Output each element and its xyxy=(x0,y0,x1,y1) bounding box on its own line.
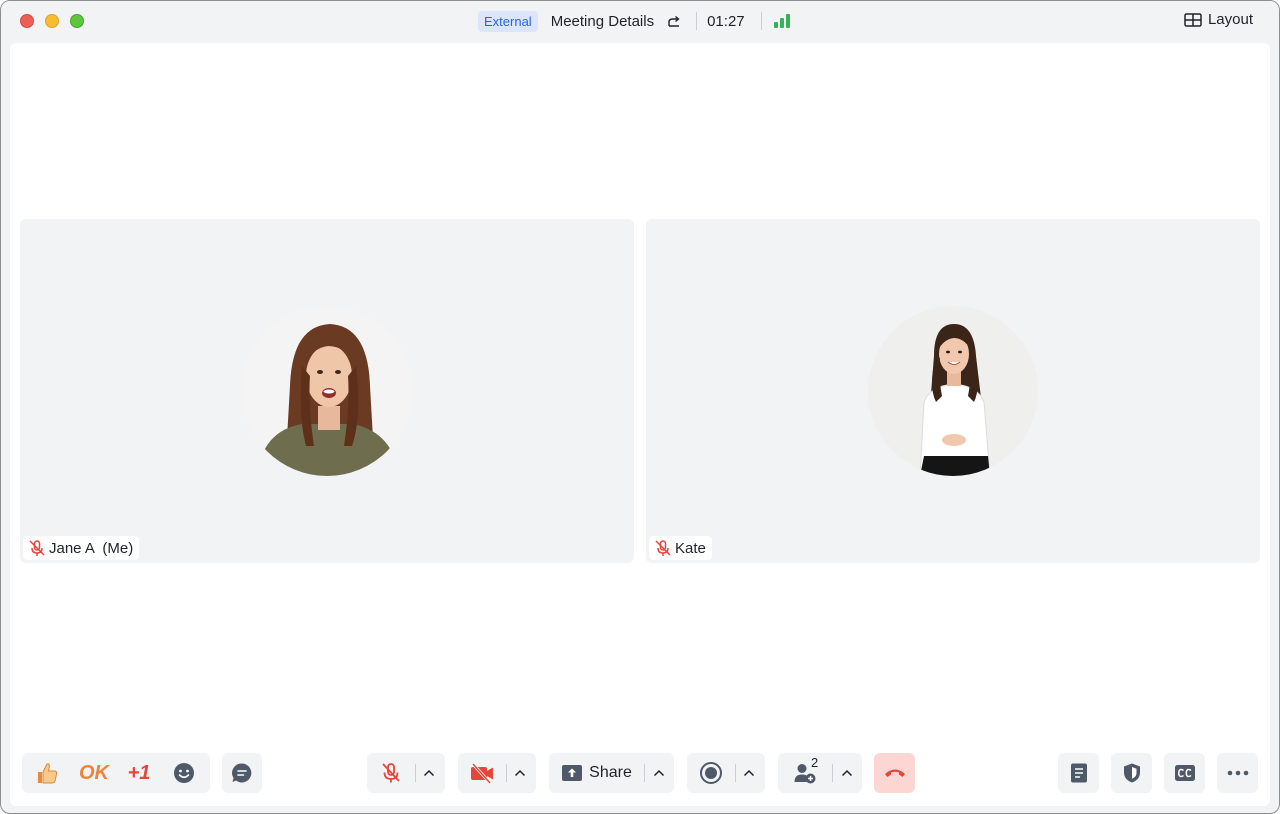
video-stage: Jane A (Me) Kate OK +1 Share 2 xyxy=(10,43,1270,806)
camera-options-button[interactable] xyxy=(507,753,533,793)
captions-button[interactable] xyxy=(1164,753,1205,793)
document-icon xyxy=(1070,763,1087,783)
title-bar: External Meeting Details 01:27 Layout xyxy=(1,1,1279,41)
participant-name: Jane A (Me) xyxy=(49,539,134,557)
minimize-window-button[interactable] xyxy=(45,14,59,28)
closed-captions-icon xyxy=(1174,765,1195,781)
emoji-picker-button[interactable] xyxy=(162,753,206,793)
meeting-window: External Meeting Details 01:27 Layout Ja… xyxy=(0,0,1280,814)
camera-control xyxy=(458,753,536,793)
avatar xyxy=(242,306,412,476)
meeting-details-link[interactable]: Meeting Details xyxy=(551,13,654,30)
record-icon xyxy=(700,762,722,784)
camera-toggle-button[interactable] xyxy=(458,753,506,793)
network-signal-icon[interactable] xyxy=(773,14,790,28)
participant-tile[interactable]: Jane A (Me) xyxy=(20,219,634,563)
layout-button[interactable]: Layout xyxy=(1184,11,1253,28)
more-options-inner[interactable] xyxy=(1217,753,1258,793)
chevron-up-icon xyxy=(653,769,665,777)
chevron-up-icon xyxy=(841,769,853,777)
participants-options-button[interactable] xyxy=(833,753,861,793)
participant-name-tag: Jane A (Me) xyxy=(23,536,140,560)
maximize-window-button[interactable] xyxy=(70,14,84,28)
chat-button-inner[interactable] xyxy=(222,753,262,793)
share-control: Share xyxy=(549,753,674,793)
share-label: Share xyxy=(589,764,632,781)
share-options-button[interactable] xyxy=(645,753,673,793)
meeting-timer: 01:27 xyxy=(707,12,745,30)
participant-name: Kate xyxy=(675,539,706,557)
grid-layout-icon xyxy=(1184,12,1202,27)
ok-reaction-label: OK xyxy=(79,761,109,784)
layout-label: Layout xyxy=(1207,11,1253,28)
thumbs-up-reaction[interactable] xyxy=(22,753,72,793)
more-dots-icon xyxy=(1227,770,1248,776)
leave-meeting-button[interactable] xyxy=(874,753,915,793)
reactions-bar: OK +1 xyxy=(22,753,210,793)
leave-meeting-inner[interactable] xyxy=(874,753,915,793)
camera-off-icon xyxy=(471,762,493,784)
close-window-button[interactable] xyxy=(20,14,34,28)
participant-tile[interactable]: Kate xyxy=(646,219,1260,563)
record-button[interactable] xyxy=(687,753,735,793)
record-options-button[interactable] xyxy=(736,753,762,793)
external-badge: External xyxy=(478,10,538,32)
avatar xyxy=(868,306,1038,476)
chat-button[interactable] xyxy=(222,753,262,793)
record-control xyxy=(687,753,765,793)
participants-control: 2 xyxy=(778,753,862,793)
plus-one-reaction[interactable]: +1 xyxy=(116,753,162,793)
chevron-up-icon xyxy=(743,769,755,777)
meeting-header: External Meeting Details 01:27 xyxy=(478,10,790,32)
ok-reaction[interactable]: OK xyxy=(72,753,116,793)
microphone-control xyxy=(367,753,445,793)
chevron-up-icon xyxy=(423,769,435,777)
plus-one-label: +1 xyxy=(127,761,151,784)
captions-button-inner[interactable] xyxy=(1164,753,1205,793)
share-screen-icon xyxy=(562,765,583,781)
security-button-inner[interactable] xyxy=(1111,753,1152,793)
share-arrow-icon[interactable] xyxy=(666,13,682,29)
meeting-toolbar: OK +1 Share 2 xyxy=(10,751,1270,795)
security-button[interactable] xyxy=(1111,753,1152,793)
mute-toggle-button[interactable] xyxy=(367,753,415,793)
mic-off-icon xyxy=(29,540,45,556)
smiley-icon xyxy=(174,763,194,783)
mic-off-icon xyxy=(655,540,671,556)
divider xyxy=(696,12,698,30)
share-screen-button[interactable]: Share xyxy=(549,753,644,793)
divider xyxy=(760,12,762,30)
participant-name-tag: Kate xyxy=(649,536,712,560)
more-options-button[interactable] xyxy=(1217,753,1258,793)
notes-button-inner[interactable] xyxy=(1058,753,1099,793)
thumbs-up-icon xyxy=(38,763,58,784)
hang-up-phone-icon xyxy=(884,769,905,777)
participants-count: 2 xyxy=(811,755,819,770)
notes-button[interactable] xyxy=(1058,753,1099,793)
mic-off-icon xyxy=(382,763,400,783)
participants-button[interactable]: 2 xyxy=(778,753,832,793)
chat-bubble-icon xyxy=(232,763,252,783)
chevron-up-icon xyxy=(514,769,526,777)
shield-icon xyxy=(1123,763,1140,783)
mic-options-button[interactable] xyxy=(416,753,442,793)
